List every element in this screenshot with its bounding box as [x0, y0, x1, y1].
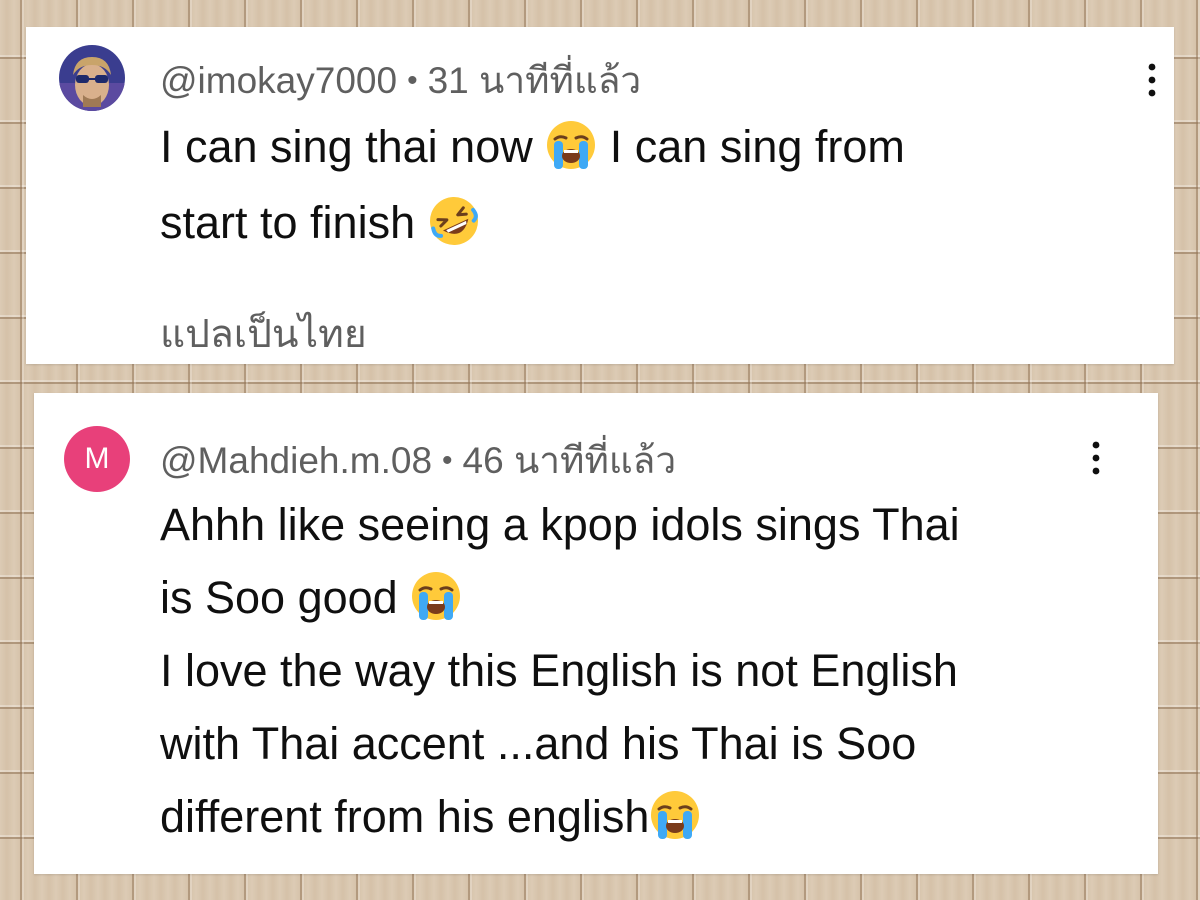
loudly-crying-face-emoji-icon — [649, 789, 701, 841]
comment-line: with Thai accent ...and his Thai is Soo — [160, 718, 917, 769]
more-options-button[interactable] — [1076, 433, 1116, 483]
comment-line-segment: different from his english — [160, 791, 650, 842]
comment-line-segment: I can sing thai now — [160, 121, 533, 172]
avatar-letter: M — [84, 442, 110, 475]
avatar[interactable] — [59, 45, 125, 111]
comment-line: start to finish — [160, 185, 1140, 261]
comment-line: Ahhh like seeing a kpop idols sings Thai — [160, 499, 960, 550]
comment-line: I love the way this English is not Engli… — [160, 645, 958, 696]
comment-text: Ahhh like seeing a kpop idols sings Thai… — [160, 488, 1140, 853]
comment-line-segment: start to finish — [160, 197, 416, 248]
meta-separator: • — [442, 444, 453, 477]
loudly-crying-face-emoji-icon — [545, 119, 597, 171]
comment-line-segment: is Soo good — [160, 572, 398, 623]
translate-link[interactable]: แปลเป็นไทย — [160, 303, 367, 365]
comment-timestamp[interactable]: 46 นาทีที่แล้ว — [463, 440, 677, 481]
comment-card: @imokay7000 • 31 นาทีที่แล้ว I can sing th… — [26, 27, 1174, 364]
comment-text: I can sing thai now I can sing from star… — [160, 109, 1140, 261]
comment-meta: @imokay7000 • 31 นาทีที่แล้ว — [160, 51, 641, 110]
comment-line: different from his english — [160, 780, 1140, 853]
comment-card: M @Mahdieh.m.08 • 46 นาทีที่แล้ว Ahhh like… — [34, 393, 1158, 874]
avatar[interactable]: M — [64, 426, 130, 492]
comment-author[interactable]: @Mahdieh.m.08 — [160, 440, 432, 481]
comment-author[interactable]: @imokay7000 — [160, 60, 397, 101]
comment-line-segment: I can sing from — [609, 121, 905, 172]
meta-separator: • — [407, 64, 418, 97]
more-vertical-icon — [1092, 441, 1100, 475]
rolling-on-floor-laughing-emoji-icon — [428, 195, 480, 247]
user-photo-avatar-icon — [59, 45, 125, 111]
loudly-crying-face-emoji-icon — [410, 570, 462, 622]
comment-meta: @Mahdieh.m.08 • 46 นาทีที่แล้ว — [160, 431, 676, 490]
comment-timestamp[interactable]: 31 นาทีที่แล้ว — [428, 60, 642, 101]
more-vertical-icon — [1148, 63, 1156, 97]
comment-line: is Soo good — [160, 561, 1140, 634]
more-options-button[interactable] — [1132, 55, 1172, 105]
comment-line: I can sing thai now I can sing from — [160, 109, 1140, 185]
